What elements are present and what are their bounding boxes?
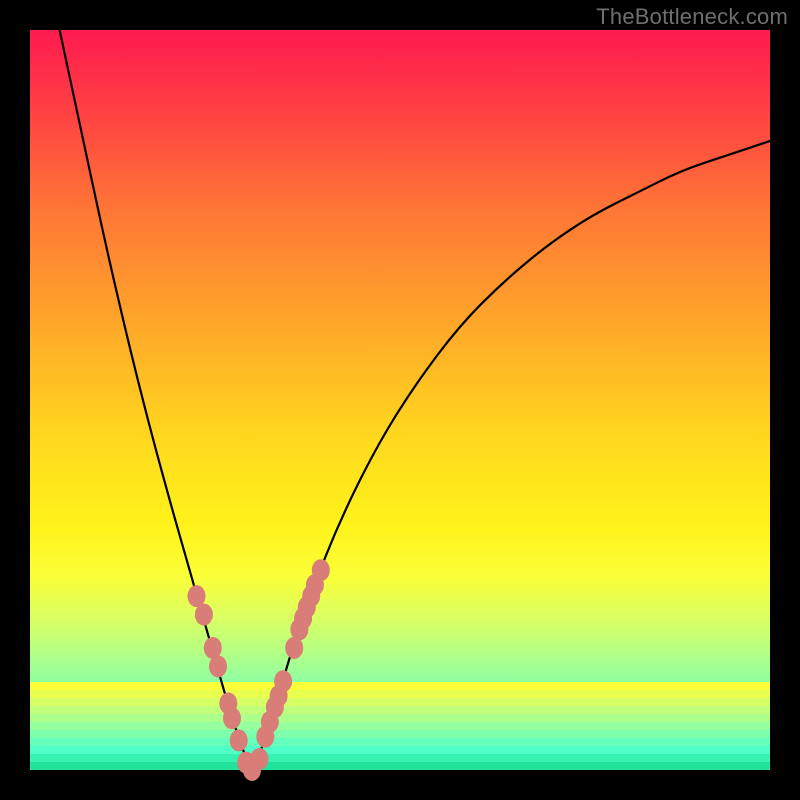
marker-point	[195, 604, 213, 626]
marker-point	[230, 729, 248, 751]
curve-layer	[30, 30, 770, 770]
outer-frame: TheBottleneck.com	[0, 0, 800, 800]
highlighted-points	[188, 559, 330, 781]
marker-point	[274, 670, 292, 692]
marker-point	[209, 655, 227, 677]
bottleneck-curve	[60, 30, 770, 766]
marker-point	[312, 559, 330, 581]
marker-point	[223, 707, 241, 729]
marker-point	[250, 748, 268, 770]
watermark-text: TheBottleneck.com	[596, 4, 788, 30]
